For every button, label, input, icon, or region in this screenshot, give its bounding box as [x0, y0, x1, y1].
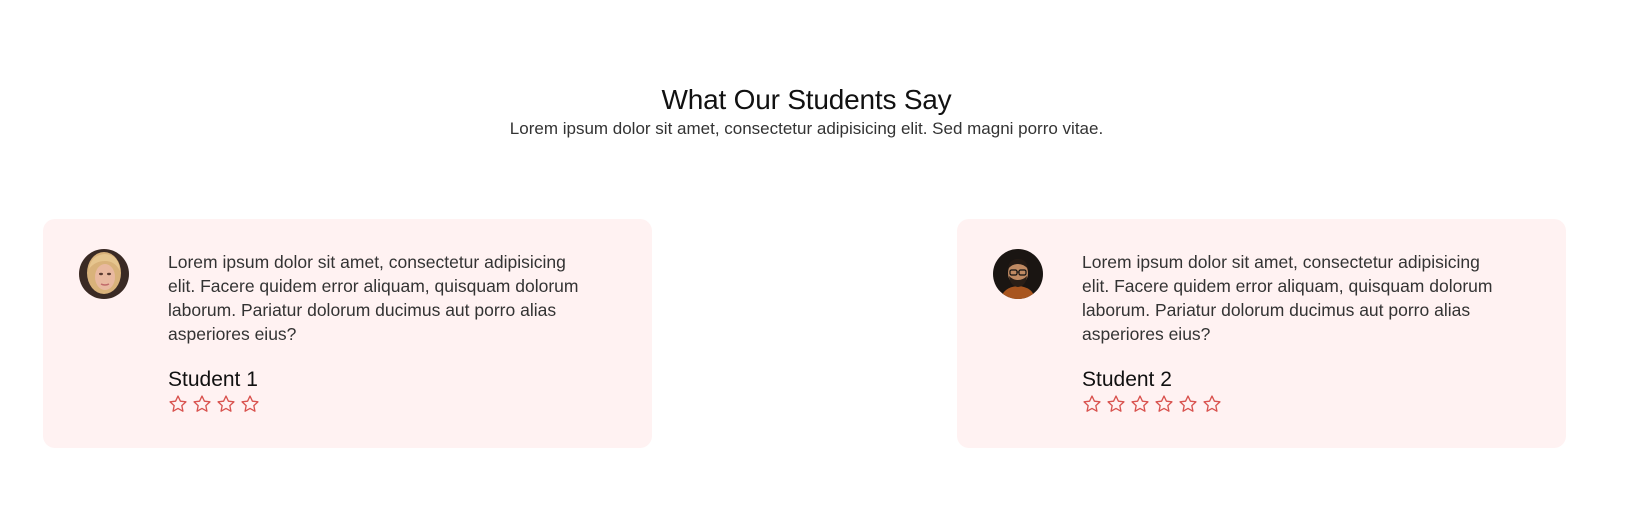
- star-outline-icon: [1203, 395, 1221, 412]
- star-outline-icon: [1179, 395, 1197, 412]
- student-name: Student 1: [168, 368, 258, 391]
- avatar: [79, 249, 129, 299]
- star-outline-icon: [1107, 395, 1125, 412]
- section-header: What Our Students Say Lorem ipsum dolor …: [0, 82, 1613, 140]
- testimonial-quote: Lorem ipsum dolor sit amet, consectetur …: [1082, 252, 1493, 344]
- testimonial-quote: Lorem ipsum dolor sit amet, consectetur …: [168, 252, 579, 344]
- student-name: Student 2: [1082, 368, 1172, 391]
- star-outline-icon: [169, 395, 187, 412]
- section-subtitle: Lorem ipsum dolor sit amet, consectetur …: [509, 119, 1104, 138]
- star-outline-icon: [1083, 395, 1101, 412]
- star-outline-icon: [217, 395, 235, 412]
- testimonial-card: Lorem ipsum dolor sit amet, consectetur …: [43, 219, 652, 448]
- avatar: [993, 249, 1043, 299]
- section-title: What Our Students Say: [661, 84, 952, 115]
- testimonial-card: Lorem ipsum dolor sit amet, consectetur …: [957, 219, 1566, 448]
- star-rating: [1082, 394, 1222, 414]
- star-rating: [168, 394, 260, 414]
- star-outline-icon: [1131, 395, 1149, 412]
- star-outline-icon: [193, 395, 211, 412]
- star-outline-icon: [1155, 395, 1173, 412]
- testimonials-section: What Our Students Say Lorem ipsum dolor …: [0, 0, 1644, 511]
- star-outline-icon: [241, 395, 259, 412]
